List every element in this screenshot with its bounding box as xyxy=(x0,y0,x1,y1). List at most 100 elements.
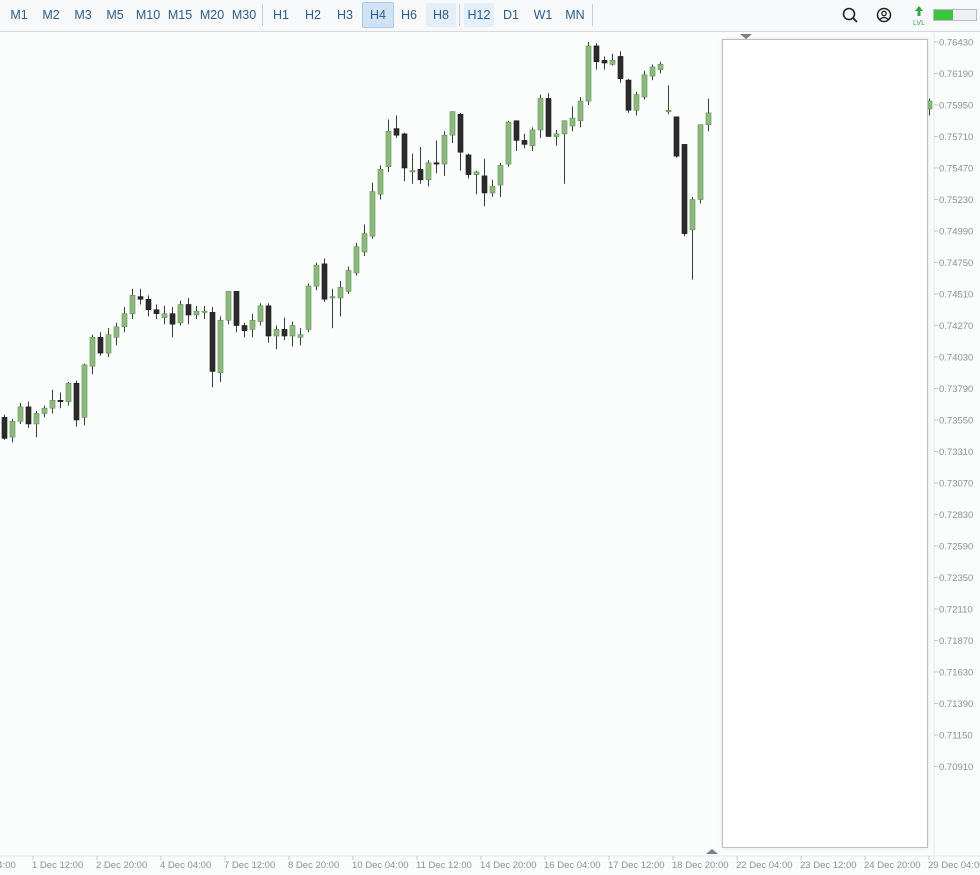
candle[interactable] xyxy=(17,402,24,424)
candle[interactable] xyxy=(345,266,352,294)
candle[interactable] xyxy=(185,297,192,325)
candle[interactable] xyxy=(273,325,280,350)
account-icon[interactable] xyxy=(873,5,895,27)
candle[interactable] xyxy=(609,53,616,66)
timeframe-h2-button[interactable]: H2 xyxy=(298,3,328,27)
candle[interactable] xyxy=(89,334,96,375)
candle[interactable] xyxy=(289,321,296,347)
candle[interactable] xyxy=(113,322,120,346)
candle[interactable] xyxy=(353,242,360,276)
candle[interactable] xyxy=(297,328,304,346)
timeframe-h6-button[interactable]: H6 xyxy=(394,3,424,27)
candle[interactable] xyxy=(665,85,672,115)
candle[interactable] xyxy=(481,158,488,207)
candle[interactable] xyxy=(361,224,368,256)
timeframe-m30-button[interactable]: M30 xyxy=(228,3,260,27)
candle[interactable] xyxy=(137,288,144,305)
candle[interactable] xyxy=(433,140,440,174)
candle[interactable] xyxy=(73,380,80,427)
candle[interactable] xyxy=(41,405,48,418)
candle[interactable] xyxy=(209,307,216,388)
candle[interactable] xyxy=(9,418,16,443)
timeframe-m20-button[interactable]: M20 xyxy=(196,3,228,27)
candle[interactable] xyxy=(1,414,8,440)
candle[interactable] xyxy=(633,91,640,116)
candle[interactable] xyxy=(25,401,32,428)
candle[interactable] xyxy=(329,288,336,329)
candle[interactable] xyxy=(161,305,168,325)
candle[interactable] xyxy=(393,115,400,138)
candle[interactable] xyxy=(169,307,176,338)
candle[interactable] xyxy=(265,303,272,343)
candle[interactable] xyxy=(425,160,432,187)
candle[interactable] xyxy=(257,303,264,326)
candle[interactable] xyxy=(249,313,256,338)
candle[interactable] xyxy=(641,70,648,100)
timeframe-w1-button[interactable]: W1 xyxy=(528,3,558,27)
candle[interactable] xyxy=(417,147,424,184)
candle[interactable] xyxy=(497,162,504,197)
candle[interactable] xyxy=(225,291,232,325)
candle[interactable] xyxy=(705,98,712,132)
candle[interactable] xyxy=(617,51,624,83)
candle[interactable] xyxy=(313,262,320,291)
candle[interactable] xyxy=(625,78,632,113)
candle[interactable] xyxy=(57,392,64,409)
candle[interactable] xyxy=(33,410,40,438)
candle[interactable] xyxy=(681,144,688,237)
candle[interactable] xyxy=(505,120,512,167)
candle[interactable] xyxy=(145,295,152,317)
candle[interactable] xyxy=(489,179,496,197)
candle[interactable] xyxy=(193,305,200,319)
candle[interactable] xyxy=(153,304,160,319)
candle[interactable] xyxy=(369,182,376,239)
timeframe-h4-button[interactable]: H4 xyxy=(362,2,394,28)
candle[interactable] xyxy=(121,307,128,333)
side-panel[interactable] xyxy=(722,39,928,848)
candle[interactable] xyxy=(537,94,544,138)
candle[interactable] xyxy=(601,56,608,70)
candle[interactable] xyxy=(529,127,536,151)
candle[interactable] xyxy=(585,42,592,105)
candle[interactable] xyxy=(473,170,480,195)
level-icon[interactable]: LVL xyxy=(908,4,930,27)
timeframe-m5-button[interactable]: M5 xyxy=(100,3,130,27)
timeframe-m3-button[interactable]: M3 xyxy=(68,3,98,27)
timeframe-m1-button[interactable]: M1 xyxy=(4,3,34,27)
candle[interactable] xyxy=(105,328,112,357)
candle[interactable] xyxy=(385,119,392,172)
timeframe-mn-button[interactable]: MN xyxy=(560,3,590,27)
timeframe-m10-button[interactable]: M10 xyxy=(132,3,164,27)
candle[interactable] xyxy=(217,316,224,382)
candle[interactable] xyxy=(321,258,328,302)
search-icon[interactable] xyxy=(840,5,862,27)
candle[interactable] xyxy=(129,288,136,319)
timeframe-h12-button[interactable]: H12 xyxy=(464,3,494,27)
candle[interactable] xyxy=(673,116,680,158)
candle[interactable] xyxy=(545,93,552,137)
candle[interactable] xyxy=(569,106,576,132)
candle[interactable] xyxy=(441,131,448,176)
candle[interactable] xyxy=(409,153,416,184)
candle[interactable] xyxy=(465,153,472,179)
candle[interactable] xyxy=(377,165,384,200)
candle[interactable] xyxy=(305,283,312,333)
candle[interactable] xyxy=(233,291,240,333)
timeframe-d1-button[interactable]: D1 xyxy=(496,3,526,27)
candle[interactable] xyxy=(281,317,288,340)
timeframe-h8-button[interactable]: H8 xyxy=(426,3,456,27)
candle[interactable] xyxy=(65,381,72,406)
candle[interactable] xyxy=(649,64,656,81)
timeframe-m2-button[interactable]: M2 xyxy=(36,3,66,27)
candle[interactable] xyxy=(593,43,600,70)
candle[interactable] xyxy=(337,280,344,317)
candle[interactable] xyxy=(241,322,248,338)
candle[interactable] xyxy=(201,305,208,319)
candle[interactable] xyxy=(577,97,584,128)
candle[interactable] xyxy=(177,300,184,326)
candle[interactable] xyxy=(513,120,520,151)
candle[interactable] xyxy=(521,133,528,149)
candle[interactable] xyxy=(449,111,456,144)
candle[interactable] xyxy=(49,389,56,414)
candle[interactable] xyxy=(553,129,560,146)
